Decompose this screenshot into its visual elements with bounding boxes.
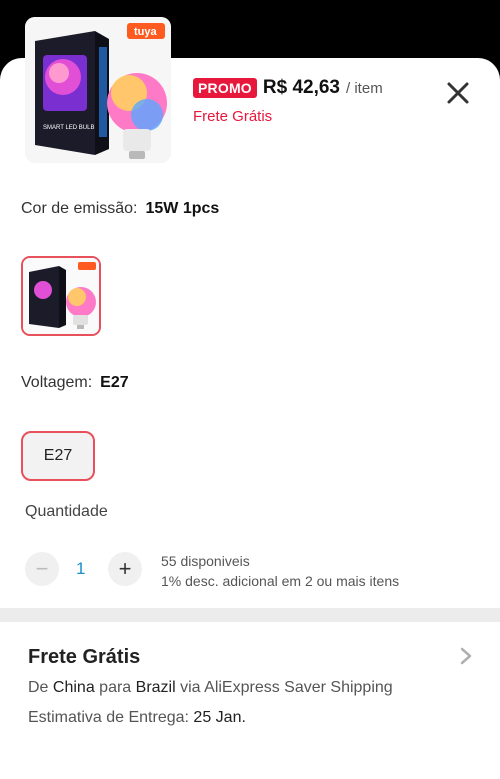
stock-info: 55 disponiveis 1% desc. adicional em 2 o… bbox=[161, 551, 399, 591]
shipping-destination: Brazil bbox=[135, 679, 176, 696]
shipping-from-word: De bbox=[28, 679, 49, 696]
quantity-increase-button[interactable]: + bbox=[108, 552, 142, 586]
section-divider bbox=[0, 608, 500, 622]
shipping-origin: China bbox=[52, 679, 95, 696]
free-shipping-label: Frete Grátis bbox=[193, 108, 273, 125]
shipping-details-button[interactable] bbox=[458, 646, 474, 666]
shipping-to-word: para bbox=[99, 679, 132, 696]
price-row: PROMO R$ 42,63 / item bbox=[193, 77, 383, 99]
color-option-label: Cor de emissão: 15W 1pcs bbox=[21, 200, 219, 218]
shipping-title: Frete Grátis bbox=[28, 646, 141, 668]
voltage-e27-button[interactable]: E27 bbox=[21, 431, 95, 481]
delivery-estimate: Estimativa de Entrega: 25 Jan. bbox=[28, 709, 246, 727]
quantity-value[interactable]: 1 bbox=[76, 559, 85, 579]
delivery-estimate-date: 25 Jan. bbox=[193, 709, 246, 726]
stock-available: 55 disponiveis bbox=[161, 553, 250, 569]
color-swatch-15w-1pcs[interactable] bbox=[21, 256, 101, 336]
color-option-title: Cor de emissão: bbox=[21, 200, 138, 217]
per-item-label: / item bbox=[346, 79, 383, 97]
color-option-value: 15W 1pcs bbox=[145, 200, 220, 217]
bulk-discount-note: 1% desc. adicional em 2 ou mais itens bbox=[161, 573, 400, 589]
quantity-decrease-button[interactable]: − bbox=[25, 552, 59, 586]
sku-sheet: PROMO R$ 42,63 / item Frete Grátis Cor d… bbox=[0, 58, 500, 779]
brand-badge: tuya bbox=[134, 26, 158, 38]
chevron-right-icon bbox=[460, 647, 472, 665]
close-button[interactable] bbox=[445, 80, 471, 106]
quantity-title: Quantidade bbox=[25, 503, 108, 520]
voltage-option-value: E27 bbox=[100, 374, 129, 391]
voltage-option-title: Voltagem: bbox=[21, 374, 93, 391]
shipping-method: via AliExpress Saver Shipping bbox=[180, 679, 393, 696]
promo-badge: PROMO bbox=[193, 78, 257, 98]
price: R$ 42,63 bbox=[262, 77, 341, 98]
product-image[interactable]: SMART LED BULB tuya bbox=[25, 17, 171, 163]
close-icon bbox=[447, 82, 469, 104]
voltage-option-label: Voltagem: E27 bbox=[21, 374, 129, 392]
box-text: SMART LED BULB bbox=[43, 125, 94, 131]
delivery-estimate-label: Estimativa de Entrega: bbox=[28, 709, 189, 726]
shipping-route: De China para Brazil via AliExpress Save… bbox=[28, 679, 393, 697]
